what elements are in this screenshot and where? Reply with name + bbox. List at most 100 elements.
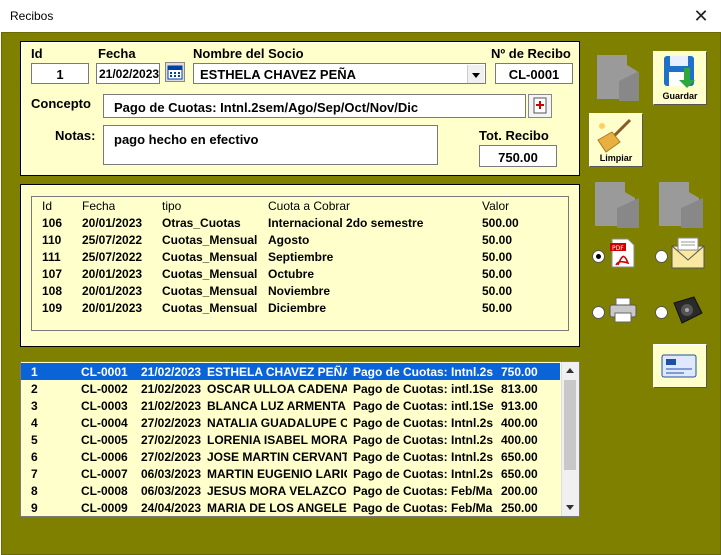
receipt-cell-recibo: CL-0009 [81,501,128,515]
receipt-cell-socio: OSCAR ULLOA CADENA [207,382,347,396]
receipt-row[interactable]: 5 CL-0005 27/02/2023 LORENIA ISABEL MORAI Pa… [21,431,560,448]
detail-row[interactable]: 110 25/07/2022 Cuotas_Mensual Agosto 50.00 [32,233,570,250]
receipt-cell-num: 5 [31,433,38,447]
receipt-row[interactable]: 4 CL-0004 27/02/2023 NATALIA GUADALUPE C Pag… [21,414,560,431]
calendar-icon [167,65,183,80]
detail-row[interactable]: 111 25/07/2022 Cuotas_Mensual Septiembre 50.… [32,250,570,267]
detail-cell-id: 108 [42,284,63,298]
fecha-label: Fecha [98,46,136,61]
chevron-down-icon[interactable] [467,65,484,83]
detail-row[interactable]: 108 20/01/2023 Cuotas_Mensual Noviembre 50.0… [32,284,570,301]
close-icon[interactable]: ✕ [689,4,713,28]
receipt-cell-fecha: 24/04/2023 [141,501,202,515]
receipts-listbox[interactable]: 1 CL-0001 21/02/2023 ESTHELA CHAVEZ PEÑA Pag… [20,361,580,517]
floppy-disk-icon [664,56,695,88]
detail-cell-cuota: Internacional 2do semestre [268,216,424,230]
email-radio[interactable] [655,250,668,263]
receipt-cell-num: 7 [31,467,38,481]
receipt-cell-recibo: CL-0004 [81,416,128,430]
title-bar: Recibos ✕ [0,0,721,32]
detail-row[interactable]: 106 20/01/2023 Otras_Cuotas Internacional 2… [32,216,570,233]
receipt-row[interactable]: 7 CL-0007 06/03/2023 MARTIN EUGENIO LARIO Pa… [21,465,560,482]
receipt-cell-fecha: 21/02/2023 [141,382,202,396]
add-concept-button[interactable] [528,94,552,118]
receipt-cell-fecha: 27/02/2023 [141,433,202,447]
receipt-cell-num: 6 [31,450,38,464]
detail-header-valor: Valor [482,199,510,213]
save-button[interactable]: Guardar [653,51,707,105]
receipt-cell-num: 8 [31,484,38,498]
detail-cell-cuota: Noviembre [268,284,331,298]
receipt-cell-recibo: CL-0006 [81,450,128,464]
disabled-document-icon [597,55,639,101]
detail-cell-fecha: 25/07/2022 [82,250,143,264]
detail-cell-valor: 50.00 [482,250,513,264]
card-icon [661,354,697,378]
receipt-row[interactable]: 8 CL-0008 06/03/2023 JESUS MORA VELAZCO Pago… [21,482,560,499]
window-title: Recibos [10,9,54,23]
total-label: Tot. Recibo [479,128,549,143]
receipt-cell-concepto: Pago de Cuotas: Intnl.2se [353,450,493,464]
detail-cell-cuota: Septiembre [268,250,334,264]
detail-cell-fecha: 20/01/2023 [82,267,143,281]
notas-label: Notas: [55,128,96,143]
delete-button[interactable] [589,51,643,105]
save-caption: Guardar [662,91,698,101]
receipt-cell-recibo: CL-0007 [81,467,128,481]
detail-cell-tipo: Cuotas_Mensual [162,267,258,281]
ticket-printer-radio[interactable] [655,306,668,319]
form-client-area: Id 1 Fecha 21/02/2023 Nombre del Socio E… [1,32,721,555]
detail-cell-valor: 50.00 [482,233,513,247]
detail-cell-fecha: 25/07/2022 [82,233,143,247]
detail-cell-tipo: Cuotas_Mensual [162,250,258,264]
receipt-cell-socio: MARTIN EUGENIO LARIO [207,467,347,481]
receipt-row[interactable]: 2 CL-0002 21/02/2023 OSCAR ULLOA CADENA Pago… [21,380,560,397]
svg-text:PDF: PDF [612,245,624,252]
printer-radio[interactable] [592,306,605,319]
receipt-row[interactable]: 3 CL-0003 21/02/2023 BLANCA LUZ ARMENTA Pago… [21,397,560,414]
detail-row[interactable]: 107 20/01/2023 Cuotas_Mensual Octubre 50.00 [32,267,570,284]
receipt-cell-concepto: Pago de Cuotas: Intnl.2se [353,467,493,481]
receipt-cell-concepto: Pago de Cuotas: intl.1Sen [353,382,493,396]
receipt-cell-total: 813.00 [501,382,538,396]
pdf-radio[interactable] [592,250,605,263]
receipt-cell-num: 9 [31,501,38,515]
receipt-cell-fecha: 27/02/2023 [141,416,202,430]
clear-caption: Limpiar [599,153,633,163]
receipt-cell-concepto: Pago de Cuotas: Intnl.2se [353,365,493,379]
detail-row[interactable]: 109 20/01/2023 Cuotas_Mensual Diciembre 50.0… [32,301,570,318]
previous-button[interactable] [589,178,643,232]
disabled-document-icon [659,182,703,228]
card-button[interactable] [653,344,707,388]
clear-button[interactable]: Limpiar [589,113,643,167]
receipts-scrollbar[interactable] [561,362,579,516]
fecha-field[interactable]: 21/02/2023 [96,63,160,84]
scroll-down-icon[interactable] [562,499,579,516]
detail-listbox[interactable]: Id Fecha tipo Cuota a Cobrar Valor 106 20… [31,196,569,331]
scroll-up-icon[interactable] [562,362,579,379]
socio-label: Nombre del Socio [193,46,304,61]
calendar-button[interactable] [165,62,185,82]
receipt-cell-total: 650.00 [501,450,538,464]
detail-cell-tipo: Cuotas_Mensual [162,284,258,298]
printer-icon [609,297,637,323]
socio-combobox[interactable]: ESTHELA CHAVEZ PEÑA [193,63,486,84]
receipt-row[interactable]: 6 CL-0006 27/02/2023 JOSE MARTIN CERVANT Pag… [21,448,560,465]
receipt-detail-panel: Id Fecha tipo Cuota a Cobrar Valor 106 20… [20,184,580,347]
receipt-cell-socio: BLANCA LUZ ARMENTA [207,399,346,413]
receipt-row[interactable]: 9 CL-0009 24/04/2023 MARIA DE LOS ANGELES Pa… [21,499,560,516]
concepto-field[interactable]: Pago de Cuotas: Intnl.2sem/Ago/Sep/Oct/N… [103,94,526,118]
id-label: Id [31,46,43,61]
receipt-row[interactable]: 1 CL-0001 21/02/2023 ESTHELA CHAVEZ PEÑA Pag… [21,363,560,380]
notas-textarea[interactable]: pago hecho en efectivo [103,125,438,165]
id-field[interactable]: 1 [31,63,89,84]
scroll-thumb[interactable] [564,380,576,470]
receipt-cell-total: 400.00 [501,433,538,447]
detail-cell-id: 111 [42,250,61,264]
recibo-field[interactable]: CL-0001 [495,63,573,84]
detail-header-tipo: tipo [162,199,182,213]
receipt-cell-recibo: CL-0003 [81,399,128,413]
detail-cell-cuota: Octubre [268,267,315,281]
next-button[interactable] [653,178,707,232]
pdf-icon: PDF [610,238,635,268]
